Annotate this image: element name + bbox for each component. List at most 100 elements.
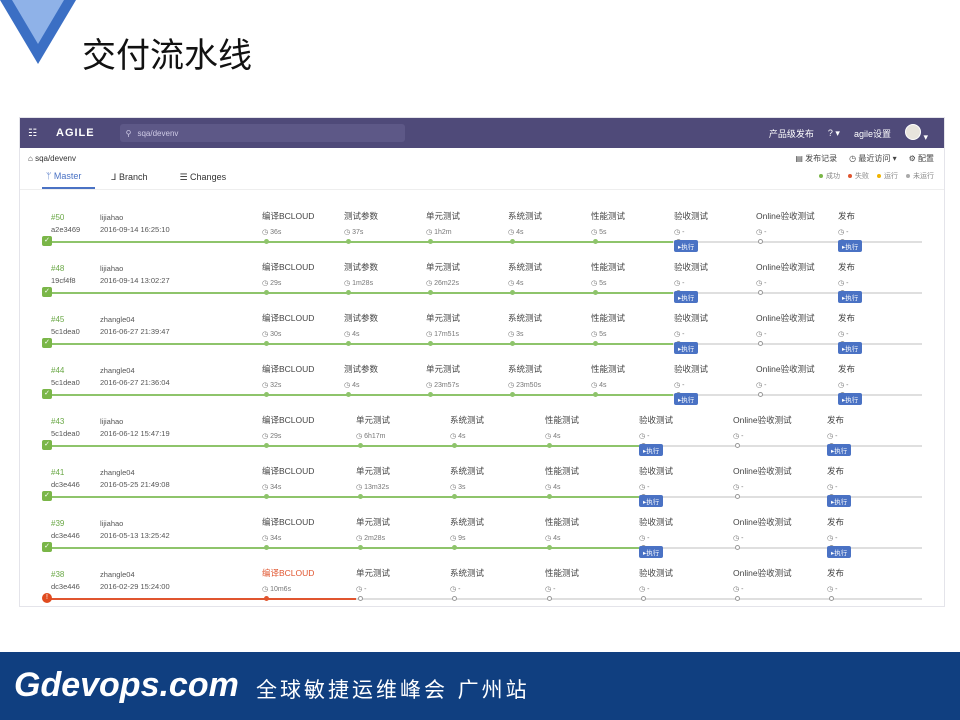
run-stage-button[interactable]: ▸执行 (827, 444, 852, 456)
pipeline-stage[interactable]: 性能测试 ◷ - (545, 567, 635, 593)
pipeline-stage[interactable]: 编译BCLOUD ◷ 34s (262, 465, 352, 491)
pipeline-stage[interactable]: 编译BCLOUD ◷ 32s (262, 363, 352, 389)
pipeline-stage[interactable]: 性能测试 ◷ 4s (545, 516, 635, 542)
search-input[interactable]: ⚲ sqa/devenv (119, 124, 405, 142)
pipeline-stage[interactable]: Online验收测试 ◷ - (756, 312, 846, 338)
pipeline-stage[interactable]: 系统测试 ◷ 4s (508, 261, 598, 287)
pipeline-stage[interactable]: 单元测试 ◷ 26m22s (426, 261, 516, 287)
pipeline-stage[interactable]: 发布 ◷ - ▸执行 (827, 465, 917, 509)
run-stage-button[interactable]: ▸执行 (838, 291, 863, 303)
pipeline-stage[interactable]: 编译BCLOUD ◷ 29s (262, 261, 352, 287)
pipeline-row[interactable]: #39 dc3e446 lijiahao 2016-05-13 13:25:42 ✓ 编译… (20, 516, 946, 562)
pipeline-stage[interactable]: Online验收测试 ◷ - (733, 465, 823, 491)
pipeline-stage[interactable]: 验收测试 ◷ - ▸执行 (674, 210, 764, 254)
build-number[interactable]: #50 (51, 213, 64, 222)
pipeline-stage[interactable]: 发布 ◷ - ▸执行 (838, 312, 928, 356)
pipeline-stage[interactable]: 性能测试 ◷ 5s (591, 261, 681, 287)
commit-hash[interactable]: dc3e446 (51, 480, 80, 489)
pipeline-stage[interactable]: 测试参数 ◷ 37s (344, 210, 434, 236)
pipeline-stage[interactable]: 验收测试 ◷ - ▸执行 (674, 261, 764, 305)
pipeline-stage[interactable]: Online验收测试 ◷ - (733, 414, 823, 440)
pipeline-stage[interactable]: Online验收测试 ◷ - (756, 261, 846, 287)
commit-hash[interactable]: 5c1dea0 (51, 378, 80, 387)
run-stage-button[interactable]: ▸执行 (639, 495, 664, 507)
run-stage-button[interactable]: ▸执行 (674, 393, 699, 405)
help-menu[interactable]: ? ▾ (828, 128, 840, 139)
release-history-button[interactable]: ▤ 发布记录 (795, 153, 837, 164)
pipeline-stage[interactable]: 单元测试 ◷ 2m28s (356, 516, 446, 542)
breadcrumb[interactable]: sqa/devenv (35, 154, 76, 163)
commit-hash[interactable]: dc3e446 (51, 531, 80, 540)
pipeline-stage[interactable]: 系统测试 ◷ 4s (450, 414, 540, 440)
run-stage-button[interactable]: ▸执行 (639, 444, 664, 456)
pipeline-stage[interactable]: 系统测试 ◷ 23m50s (508, 363, 598, 389)
build-number[interactable]: #43 (51, 417, 64, 426)
home-icon[interactable]: ⌂ (28, 154, 35, 163)
pipeline-stage[interactable]: 发布 ◷ - ▸执行 (838, 210, 928, 254)
pipeline-stage[interactable]: 验收测试 ◷ - ▸执行 (639, 516, 729, 560)
pipeline-stage[interactable]: 发布 ◷ - (827, 567, 917, 593)
pipeline-stage[interactable]: 编译BCLOUD ◷ 30s (262, 312, 352, 338)
pipeline-stage[interactable]: Online验收测试 ◷ - (733, 567, 823, 593)
pipeline-stage[interactable]: 编译BCLOUD ◷ 10m6s (262, 567, 352, 593)
pipeline-stage[interactable]: 系统测试 ◷ 9s (450, 516, 540, 542)
pipeline-stage[interactable]: 单元测试 ◷ 17m51s (426, 312, 516, 338)
pipeline-stage[interactable]: 验收测试 ◷ - ▸执行 (639, 414, 729, 458)
commit-hash[interactable]: dc3e446 (51, 582, 80, 591)
pipeline-stage[interactable]: 测试参数 ◷ 1m28s (344, 261, 434, 287)
pipeline-row[interactable]: #50 a2e3469 lijiahao 2016-09-14 16:25:10 ✓ 编译… (20, 210, 946, 256)
build-number[interactable]: #39 (51, 519, 64, 528)
pipeline-stage[interactable]: Online验收测试 ◷ - (756, 210, 846, 236)
pipeline-row[interactable]: #48 19cf4f8 lijiahao 2016-09-14 13:02:27 ✓ 编译… (20, 261, 946, 307)
pipeline-row[interactable]: #38 dc3e446 zhangle04 2016-02-29 15:24:00! 编… (20, 567, 946, 613)
build-number[interactable]: #45 (51, 315, 64, 324)
run-stage-button[interactable]: ▸执行 (827, 495, 852, 507)
build-number[interactable]: #48 (51, 264, 64, 273)
run-stage-button[interactable]: ▸执行 (827, 546, 852, 558)
commit-hash[interactable]: 5c1dea0 (51, 429, 80, 438)
commit-hash[interactable]: a2e3469 (51, 225, 80, 234)
pipeline-stage[interactable]: 系统测试 ◷ 3s (450, 465, 540, 491)
commit-hash[interactable]: 5c1dea0 (51, 327, 80, 336)
pipeline-stage[interactable]: 性能测试 ◷ 5s (591, 210, 681, 236)
pipeline-stage[interactable]: 单元测试 ◷ 6h17m (356, 414, 446, 440)
pipeline-stage[interactable]: 系统测试 ◷ 4s (508, 210, 598, 236)
pipeline-stage[interactable]: Online验收测试 ◷ - (733, 516, 823, 542)
pipeline-stage[interactable]: 系统测试 ◷ - (450, 567, 540, 593)
pipeline-stage[interactable]: 验收测试 ◷ - ▸执行 (674, 312, 764, 356)
pipeline-stage[interactable]: Online验收测试 ◷ - (756, 363, 846, 389)
pipeline-stage[interactable]: 单元测试 ◷ 13m32s (356, 465, 446, 491)
pipeline-stage[interactable]: 发布 ◷ - ▸执行 (838, 261, 928, 305)
nav-agile-settings[interactable]: agile设置 (854, 127, 891, 140)
settings-button[interactable]: ⚙ 配置 (909, 153, 934, 164)
pipeline-stage[interactable]: 单元测试 ◷ 1h2m (426, 210, 516, 236)
apps-grid-icon[interactable]: ☷ (28, 128, 42, 139)
tab-branch[interactable]: ⅃ Branch (111, 172, 163, 189)
user-menu[interactable]: ▾ (904, 123, 928, 143)
pipeline-row[interactable]: #44 5c1dea0 zhangle04 2016-06-27 21:36:04 ✓ 编… (20, 363, 946, 409)
run-stage-button[interactable]: ▸执行 (838, 393, 863, 405)
pipeline-stage[interactable]: 编译BCLOUD ◷ 36s (262, 210, 352, 236)
pipeline-stage[interactable]: 测试参数 ◷ 4s (344, 363, 434, 389)
app-brand[interactable]: AGILE (56, 127, 95, 139)
pipeline-stage[interactable]: 编译BCLOUD ◷ 29s (262, 414, 352, 440)
pipeline-stage[interactable]: 测试参数 ◷ 4s (344, 312, 434, 338)
tab-changes[interactable]: ☰ Changes (179, 172, 242, 189)
pipeline-stage[interactable]: 验收测试 ◷ - (639, 567, 729, 593)
build-number[interactable]: #38 (51, 570, 64, 579)
nav-product-release[interactable]: 产品级发布 (769, 127, 814, 140)
tab-master[interactable]: ᛘ Master (42, 171, 96, 189)
pipeline-stage[interactable]: 单元测试 ◷ - (356, 567, 446, 593)
build-number[interactable]: #44 (51, 366, 64, 375)
pipeline-row[interactable]: #45 5c1dea0 zhangle04 2016-06-27 21:39:47 ✓ 编… (20, 312, 946, 358)
pipeline-stage[interactable]: 单元测试 ◷ 23m57s (426, 363, 516, 389)
run-stage-button[interactable]: ▸执行 (639, 546, 664, 558)
pipeline-stage[interactable]: 性能测试 ◷ 4s (545, 465, 635, 491)
pipeline-stage[interactable]: 验收测试 ◷ - ▸执行 (639, 465, 729, 509)
pipeline-stage[interactable]: 性能测试 ◷ 4s (591, 363, 681, 389)
pipeline-stage[interactable]: 性能测试 ◷ 5s (591, 312, 681, 338)
pipeline-row[interactable]: #43 5c1dea0 lijiahao 2016-06-12 15:47:19 ✓ 编译… (20, 414, 946, 460)
recent-visits-button[interactable]: ◷ 最近访问 ▾ (849, 153, 896, 164)
pipeline-stage[interactable]: 发布 ◷ - ▸执行 (827, 516, 917, 560)
pipeline-stage[interactable]: 系统测试 ◷ 3s (508, 312, 598, 338)
